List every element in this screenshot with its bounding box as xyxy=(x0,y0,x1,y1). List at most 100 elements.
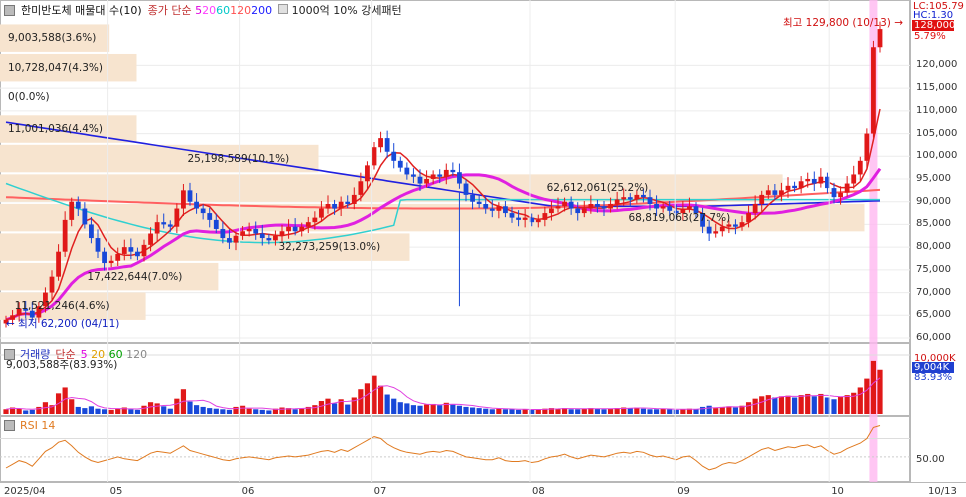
volume-bar xyxy=(95,408,101,414)
high-annotation: 최고 129,800 (10/13) → xyxy=(783,15,903,30)
rsi-legend: RSI 14 xyxy=(4,419,55,432)
x-axis[interactable] xyxy=(0,482,966,497)
arrow-left-icon: ← xyxy=(6,318,15,330)
candle-body xyxy=(121,247,127,254)
candle-body xyxy=(877,29,883,48)
candle-body xyxy=(779,190,784,195)
candle-body xyxy=(568,201,574,209)
volume-profile-label: 32,273,259(13.0%) xyxy=(278,241,381,254)
candle-body xyxy=(286,226,291,232)
price-tick-label: 115,000 xyxy=(916,82,958,94)
candle-body xyxy=(706,226,712,234)
volume-bar xyxy=(627,408,633,414)
volume-bar xyxy=(437,405,443,414)
volume-bar xyxy=(397,402,403,414)
candle-body xyxy=(338,201,344,209)
ma-legend[interactable]: 종가 단순 5 20 60 120 200 xyxy=(148,2,272,18)
candle-body xyxy=(733,224,738,227)
volume-bar xyxy=(253,409,259,414)
volume-bar xyxy=(837,396,844,414)
x-tick-label: 06 xyxy=(241,486,255,497)
candle-body xyxy=(213,219,219,229)
volume-bar xyxy=(246,408,252,414)
ma-period-5: 5 xyxy=(195,4,203,17)
candle-body xyxy=(581,208,587,214)
candle-body xyxy=(608,203,613,209)
rsi-label[interactable]: RSI 14 xyxy=(20,419,55,432)
candle-body xyxy=(555,206,561,209)
candle-body xyxy=(726,224,732,227)
candle-body xyxy=(792,185,797,189)
candle-body xyxy=(95,238,101,252)
candle-body xyxy=(305,222,311,227)
price-tick-label: 70,000 xyxy=(916,286,951,298)
volume-bar xyxy=(259,409,265,414)
volume-bar xyxy=(279,407,285,414)
chart-canvas[interactable] xyxy=(0,0,966,497)
candle-body xyxy=(194,201,199,209)
volume-bar xyxy=(680,409,686,414)
rsi-axis-label: 50.00 xyxy=(916,454,945,465)
candle-body xyxy=(818,176,824,184)
settings-icon[interactable] xyxy=(4,4,15,16)
volume-bar xyxy=(200,406,206,414)
ma-period-60: 60 xyxy=(216,4,231,17)
chart-title[interactable]: 한미반도체 매물대 수(10) xyxy=(21,2,142,18)
candle-body xyxy=(430,174,436,179)
volume-bar xyxy=(193,405,200,414)
candle-body xyxy=(207,213,213,220)
volume-bar xyxy=(706,405,712,414)
ma-period-120: 120 xyxy=(230,4,252,17)
x-tick-label: 07 xyxy=(373,486,387,497)
candle-body xyxy=(404,167,410,175)
candle-body xyxy=(227,238,232,243)
volume-bar xyxy=(69,399,75,414)
candle-body xyxy=(378,138,383,148)
candle-body xyxy=(871,47,876,134)
candle-body xyxy=(89,224,94,239)
volume-bar xyxy=(575,409,581,414)
candle-body xyxy=(391,151,397,161)
current-price-badge: 128,000 xyxy=(912,20,956,31)
candle-body xyxy=(358,181,364,195)
candle-body xyxy=(759,194,765,204)
volume-bar xyxy=(752,398,758,414)
price-tick-label: 95,000 xyxy=(916,173,951,184)
pattern-legend[interactable]: 1000억 10% 강세패턴 xyxy=(278,2,402,18)
volume-bar xyxy=(147,402,154,414)
rsi-settings-icon[interactable] xyxy=(4,420,15,431)
price-tick-label: 105,000 xyxy=(916,127,958,139)
candle-body xyxy=(312,217,318,223)
candle-body xyxy=(857,160,863,175)
volume-bar xyxy=(463,406,469,414)
candle-body xyxy=(411,174,416,177)
candle-body xyxy=(496,206,502,211)
candle-body xyxy=(128,247,134,252)
current-price-pct: 5.79% xyxy=(914,31,946,42)
volume-bar xyxy=(568,409,574,414)
candle-body xyxy=(62,219,68,252)
volume-profile-label: 11,521,246(4.6%) xyxy=(14,300,110,313)
candle-body xyxy=(601,206,607,209)
candle-body xyxy=(351,194,357,204)
volume-profile-label: 9,003,588(3.6%) xyxy=(8,32,97,45)
volume-bar xyxy=(469,407,476,414)
candle-body xyxy=(181,190,186,209)
candle-body xyxy=(371,147,377,166)
candle-body xyxy=(575,208,581,214)
volume-bar xyxy=(772,397,778,414)
candle-body xyxy=(266,238,272,241)
volume-bar xyxy=(371,375,377,414)
volume-bar xyxy=(726,406,732,414)
volume-bar xyxy=(16,408,22,414)
volume-bar xyxy=(607,408,614,414)
volume-bar xyxy=(791,397,798,414)
candle-body xyxy=(115,253,121,261)
volume-ma-period-120: 120 xyxy=(122,347,148,361)
candle-body xyxy=(647,197,653,204)
volume-bar xyxy=(128,409,134,414)
candle-body xyxy=(621,197,627,200)
volume-bar xyxy=(811,396,817,414)
candle-body xyxy=(253,228,259,234)
price-tick-label: 75,000 xyxy=(916,263,951,275)
